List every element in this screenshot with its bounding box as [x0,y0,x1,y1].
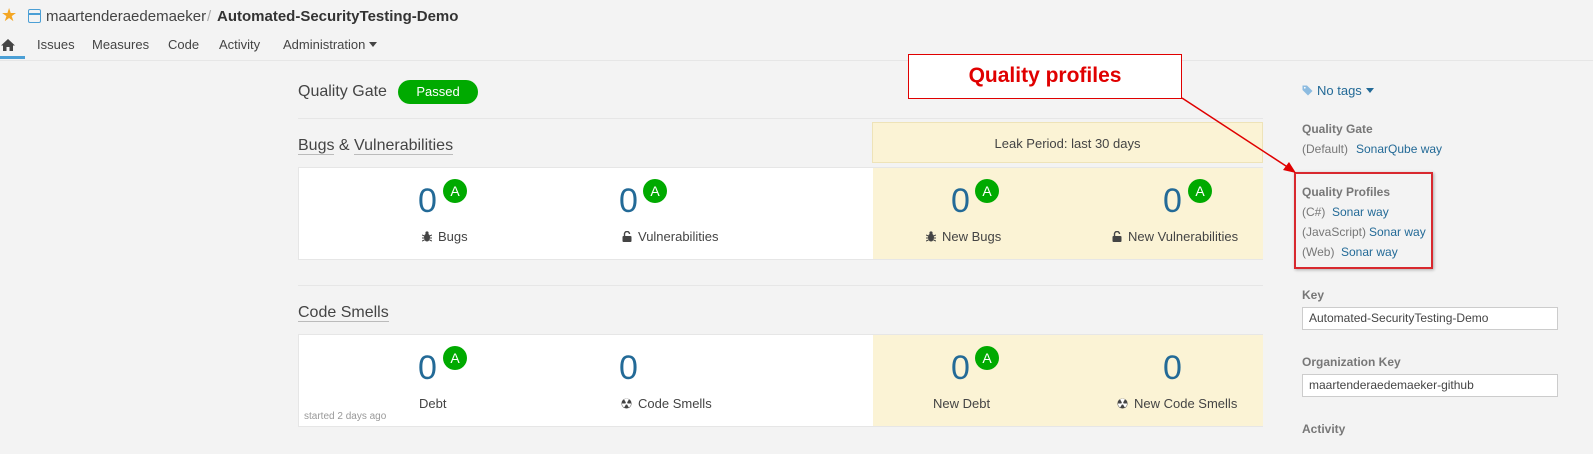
nav-activity[interactable]: Activity [219,37,260,52]
vulnerabilities-label-text: Vulnerabilities [638,229,719,244]
new-vulnerabilities-label: New Vulnerabilities [1112,229,1238,244]
tags-label: No tags [1317,83,1362,98]
analysis-started-text: started 2 days ago [304,411,387,422]
code-smells-link[interactable]: Code Smells [298,304,389,322]
new-code-smells-value[interactable]: 0 [1163,349,1182,388]
new-bugs-label: New Bugs [926,229,1001,244]
breadcrumb-organization[interactable]: maartenderaedemaeker [46,8,206,25]
chevron-down-icon [1365,88,1374,93]
chevron-down-icon [369,42,378,47]
lock-icon [1112,231,1122,242]
radiation-icon [1117,398,1128,409]
nav-measures[interactable]: Measures [92,37,149,52]
quality-gate-link[interactable]: SonarQube way [1356,142,1442,156]
new-code-smells-label: New Code Smells [1117,396,1237,411]
bugs-vulnerabilities-title: Bugs & Vulnerabilities [298,137,454,155]
quality-gate-default-text: (Default) [1302,142,1349,156]
vulnerabilities-link[interactable]: Vulnerabilities [354,137,454,155]
new-vulnerabilities-rating[interactable]: A [1188,179,1212,203]
leak-period-header: Leak Period: last 30 days [872,122,1263,163]
code-smells-label: Code Smells [621,396,712,411]
radiation-icon [621,398,632,409]
nav-issues[interactable]: Issues [37,37,75,52]
bugs-vulnerabilities-panel: 0 A Bugs 0 A Vulnerabilities 0 A New Bug… [298,167,1263,260]
new-maintainability-rating[interactable]: A [975,346,999,370]
tag-icon [1302,85,1313,96]
maintainability-rating[interactable]: A [443,346,467,370]
nav-code[interactable]: Code [168,37,199,52]
new-vulnerabilities-value[interactable]: 0 [1163,182,1182,221]
new-bugs-rating[interactable]: A [975,179,999,203]
new-code-smells-label-text: New Code Smells [1134,396,1238,411]
project-key-field[interactable]: Automated-SecurityTesting-Demo [1302,307,1558,330]
title-ampersand: & [338,137,350,154]
divider [298,285,1263,286]
favorite-star-icon[interactable]: ★ [1,6,17,24]
project-icon [28,9,41,23]
home-icon[interactable] [0,38,16,52]
nav-administration[interactable]: Administration [283,37,378,52]
new-bugs-label-text: New Bugs [942,229,1002,244]
breadcrumb-project[interactable]: Automated-SecurityTesting-Demo [217,8,458,25]
tags-dropdown[interactable]: No tags [1302,83,1374,98]
vulnerabilities-rating[interactable]: A [643,179,667,203]
code-smells-label-text: Code Smells [638,396,712,411]
annotation-callout: Quality profiles [908,54,1182,99]
debt-value[interactable]: 0 [418,349,437,388]
code-smells-panel: 0 A Debt 0 Code Smells 0 A New Debt 0 Ne… [298,334,1263,427]
code-smells-title: Code Smells [298,304,389,322]
organization-key-label: Organization Key [1302,355,1401,369]
key-label: Key [1302,288,1325,302]
breadcrumb-separator: / [207,8,212,25]
bug-icon [926,231,936,242]
sidebar-quality-gate-label: Quality Gate [1302,122,1373,136]
debt-label: Debt [419,396,447,411]
quality-gate-title: Quality Gate [298,83,387,100]
new-bugs-value[interactable]: 0 [951,182,970,221]
bug-icon [422,231,432,242]
top-bar: ★ maartenderaedemaeker / Automated-Secur… [0,0,1593,61]
new-vulnerabilities-label-text: New Vulnerabilities [1128,229,1239,244]
bugs-value[interactable]: 0 [418,182,437,221]
home-tab-indicator [0,56,25,59]
lock-icon [622,231,632,242]
annotation-highlight-box [1294,172,1433,269]
bugs-label: Bugs [422,229,468,244]
new-debt-value[interactable]: 0 [951,349,970,388]
bugs-link[interactable]: Bugs [298,137,335,155]
divider [298,118,1263,119]
vulnerabilities-value[interactable]: 0 [619,182,638,221]
code-smells-value[interactable]: 0 [619,349,638,388]
bugs-rating[interactable]: A [443,179,467,203]
activity-label: Activity [1302,422,1346,436]
quality-gate-status-badge: Passed [398,80,478,104]
organization-key-field[interactable]: maartenderaedemaeker-github [1302,374,1558,397]
bugs-label-text: Bugs [438,229,468,244]
new-debt-label: New Debt [933,396,991,411]
leak-period-area [873,335,1263,426]
vulnerabilities-label: Vulnerabilities [622,229,718,244]
nav-administration-label: Administration [283,37,366,52]
